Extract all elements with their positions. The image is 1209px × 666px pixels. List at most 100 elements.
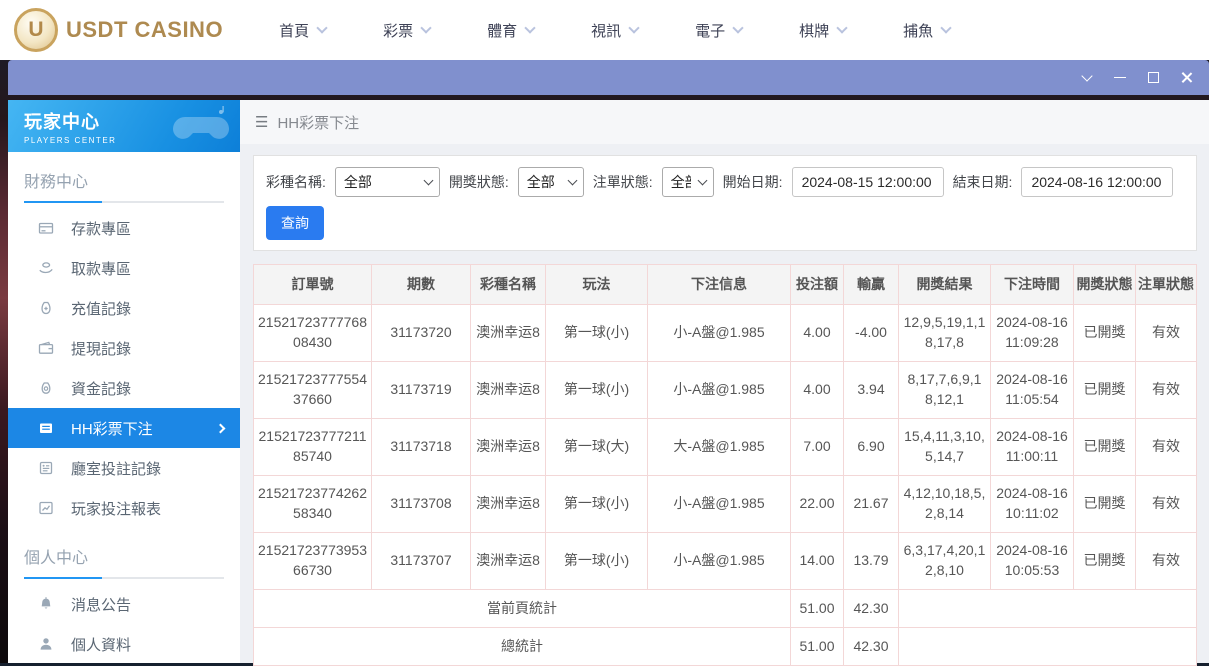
nav-item-home[interactable]: 首頁	[279, 20, 326, 41]
table-cell: 小-A盤@1.985	[648, 362, 791, 419]
table-cell: 第一球(小)	[546, 476, 648, 533]
chevron-down-icon	[941, 22, 952, 33]
draw-status-select[interactable]: 全部	[518, 167, 584, 197]
table-cell: 4,12,10,18,5,2,8,14	[899, 476, 991, 533]
withdraw-hand-icon	[38, 260, 54, 276]
sidebar-item-room-bet-records[interactable]: 廳室投註記錄	[8, 448, 240, 488]
column-header: 下注時間	[991, 265, 1074, 305]
bet-status-select[interactable]: 全部	[662, 167, 714, 197]
summary-row: 總統計51.0042.30	[254, 628, 1197, 666]
table-cell: 澳洲幸运8	[471, 533, 546, 590]
table-cell: 2024-08-16 10:11:02	[991, 476, 1074, 533]
close-icon	[1180, 71, 1193, 84]
sidebar-item-label: 個人資料	[71, 634, 131, 655]
table-row: 215217237742625834031173708澳洲幸运8第一球(小)小-…	[254, 476, 1197, 533]
sidebar-item-recharge-records[interactable]: 充值記錄	[8, 288, 240, 328]
nav-item-slots[interactable]: 電子	[695, 20, 742, 41]
players-center-header: 玩家中心 PLAYERS CENTER	[8, 100, 240, 152]
table-cell: 13.79	[844, 533, 899, 590]
nav-item-live-video[interactable]: 視訊	[591, 20, 638, 41]
sidebar-item-announcements[interactable]: 消息公告	[8, 584, 240, 624]
logo-text: USDT CASINO	[66, 17, 223, 43]
summary-filler	[899, 628, 1197, 666]
start-date-input[interactable]	[792, 167, 944, 197]
nav-item-lottery[interactable]: 彩票	[383, 20, 430, 41]
sidebar-item-label: 資金記錄	[71, 378, 131, 399]
column-header: 玩法	[546, 265, 648, 305]
report-chart-icon	[38, 500, 54, 516]
chevron-down-icon	[316, 22, 327, 33]
column-header: 輸贏	[844, 265, 899, 305]
table-cell: 15,4,11,3,10,5,14,7	[899, 419, 991, 476]
page-title: HH彩票下注	[277, 112, 359, 133]
section-heading-rule	[24, 577, 224, 579]
sidebar-item-funds-records[interactable]: 資金記錄	[8, 368, 240, 408]
table-cell: 澳洲幸运8	[471, 476, 546, 533]
table-cell: 有效	[1136, 533, 1197, 590]
main-menu: 首頁 彩票 體育 視訊 電子 棋牌 捕魚	[279, 20, 950, 41]
table-cell: 7.00	[791, 419, 844, 476]
window-dropdown-button[interactable]	[1080, 71, 1094, 85]
chevron-right-icon	[216, 423, 226, 433]
sidebar-item-label: 廳室投註記錄	[71, 458, 161, 479]
nav-item-label: 體育	[487, 20, 517, 41]
lottery-type-select[interactable]: 全部	[335, 167, 440, 197]
table-cell: 31173707	[372, 533, 471, 590]
person-icon	[38, 636, 54, 652]
table-cell: 2152172377776808430	[254, 305, 372, 362]
nav-item-sports[interactable]: 體育	[487, 20, 534, 41]
maximize-icon	[1148, 72, 1159, 83]
chevron-down-icon	[732, 22, 743, 33]
table-row: 215217237775543766031173719澳洲幸运8第一球(小)小-…	[254, 362, 1197, 419]
sidebar-item-label: 充值記錄	[71, 298, 131, 319]
sidebar-item-withdrawal-records[interactable]: 提現記錄	[8, 328, 240, 368]
section-heading: 財務中心	[8, 152, 240, 192]
sidebar-item-withdraw-area[interactable]: 取款專區	[8, 248, 240, 288]
end-date-input[interactable]	[1021, 167, 1173, 197]
table-cell: 大-A盤@1.985	[648, 419, 791, 476]
table-cell: 澳洲幸运8	[471, 305, 546, 362]
table-cell: 2152172377395366730	[254, 533, 372, 590]
section-heading-rule	[24, 201, 224, 203]
nav-item-label: 視訊	[591, 20, 621, 41]
table-cell: 31173718	[372, 419, 471, 476]
column-header: 訂單號	[254, 265, 372, 305]
nav-item-chess-cards[interactable]: 棋牌	[799, 20, 846, 41]
nav-item-fishing[interactable]: 捕魚	[903, 20, 950, 41]
column-header: 彩種名稱	[471, 265, 546, 305]
lottery-card-icon	[38, 420, 54, 436]
table-cell: 2152172377755437660	[254, 362, 372, 419]
logo-coin-icon: U	[14, 8, 58, 52]
table-cell: 2024-08-16 11:09:28	[991, 305, 1074, 362]
window-titlebar	[8, 60, 1209, 95]
table-cell: 6,3,17,4,20,12,8,10	[899, 533, 991, 590]
table-cell: 有效	[1136, 476, 1197, 533]
table-cell: 有效	[1136, 362, 1197, 419]
window-minimize-button[interactable]	[1113, 71, 1127, 85]
table-cell: 21.67	[844, 476, 899, 533]
sidebar-item-player-bet-report[interactable]: 玩家投注報表	[8, 488, 240, 528]
table-cell: 有效	[1136, 305, 1197, 362]
nav-item-label: 首頁	[279, 20, 309, 41]
sidebar: 玩家中心 PLAYERS CENTER 財務中心存款專區取款專區充值記錄提現記錄…	[8, 100, 240, 663]
breadcrumb: ☰ HH彩票下注	[240, 100, 1209, 144]
usdt-casino-logo[interactable]: U USDT CASINO	[14, 8, 223, 52]
window-close-button[interactable]	[1179, 71, 1193, 85]
chevron-down-icon	[420, 22, 431, 33]
section-heading: 個人中心	[8, 528, 240, 568]
sidebar-item-hh-lottery-bets[interactable]: HH彩票下注	[8, 408, 240, 448]
table-cell: 31173719	[372, 362, 471, 419]
sidebar-item-profile[interactable]: 個人資料	[8, 624, 240, 663]
minimize-icon	[1114, 77, 1126, 79]
sidebar-item-deposit-area[interactable]: 存款專區	[8, 208, 240, 248]
column-header: 開獎結果	[899, 265, 991, 305]
table-cell: 已開獎	[1074, 305, 1136, 362]
sidebar-item-label: HH彩票下注	[71, 418, 153, 439]
table-cell: 有效	[1136, 419, 1197, 476]
window-maximize-button[interactable]	[1146, 71, 1160, 85]
search-button[interactable]: 查詢	[266, 206, 324, 240]
bets-table-wrap: 訂單號期數彩種名稱玩法下注信息投注額輸贏開獎結果下注時間開獎狀態注單狀態 215…	[253, 264, 1197, 666]
app-window: 玩家中心 PLAYERS CENTER 財務中心存款專區取款專區充值記錄提現記錄…	[8, 100, 1209, 663]
recharge-bag-icon	[38, 300, 54, 316]
menu-toggle-icon[interactable]: ☰	[255, 113, 268, 131]
